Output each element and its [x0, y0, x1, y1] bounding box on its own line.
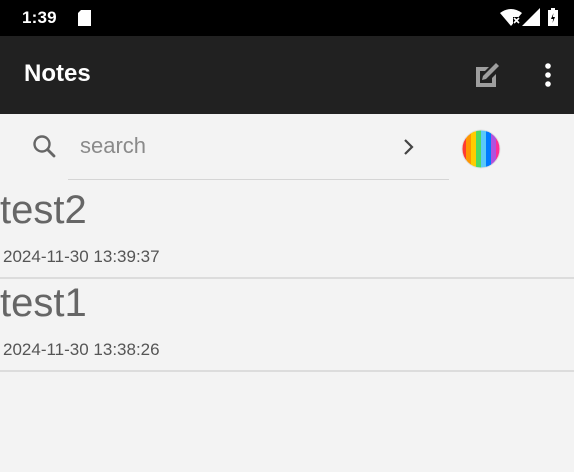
- note-date: 2024-11-30 13:38:26: [3, 340, 160, 359]
- search-underline: [68, 179, 449, 180]
- compose-icon[interactable]: [468, 59, 506, 91]
- status-time: 1:39: [22, 8, 57, 27]
- app-title: Notes: [24, 60, 91, 87]
- note-date: 2024-11-30 13:39:37: [3, 247, 160, 266]
- wifi-icon: [500, 9, 522, 26]
- note-list: test2 2024-11-30 13:39:37 test1 2024-11-…: [0, 186, 574, 372]
- color-picker-button[interactable]: [461, 129, 501, 169]
- color-wheel-icon: [461, 129, 501, 169]
- note-title: test2: [0, 188, 87, 232]
- search-icon: [33, 135, 56, 158]
- search-bar: [0, 114, 574, 186]
- chevron-right-icon[interactable]: [396, 134, 422, 160]
- search-input[interactable]: [80, 131, 380, 161]
- sd-card-icon: [78, 10, 91, 26]
- notes-screen: 1:39 Notes search test2 2024-11-30 13:39…: [0, 0, 574, 472]
- note-item[interactable]: test1 2024-11-30 13:38:26: [0, 279, 574, 372]
- app-bar: Notes: [0, 36, 574, 114]
- more-vert-icon[interactable]: [534, 58, 562, 94]
- note-divider: [0, 370, 574, 372]
- note-item[interactable]: test2 2024-11-30 13:39:37: [0, 186, 574, 279]
- battery-icon: [548, 8, 558, 26]
- status-icons: [500, 8, 560, 28]
- signal-icon: [522, 8, 540, 26]
- status-bar: 1:39: [0, 0, 574, 36]
- note-title: test1: [0, 281, 87, 325]
